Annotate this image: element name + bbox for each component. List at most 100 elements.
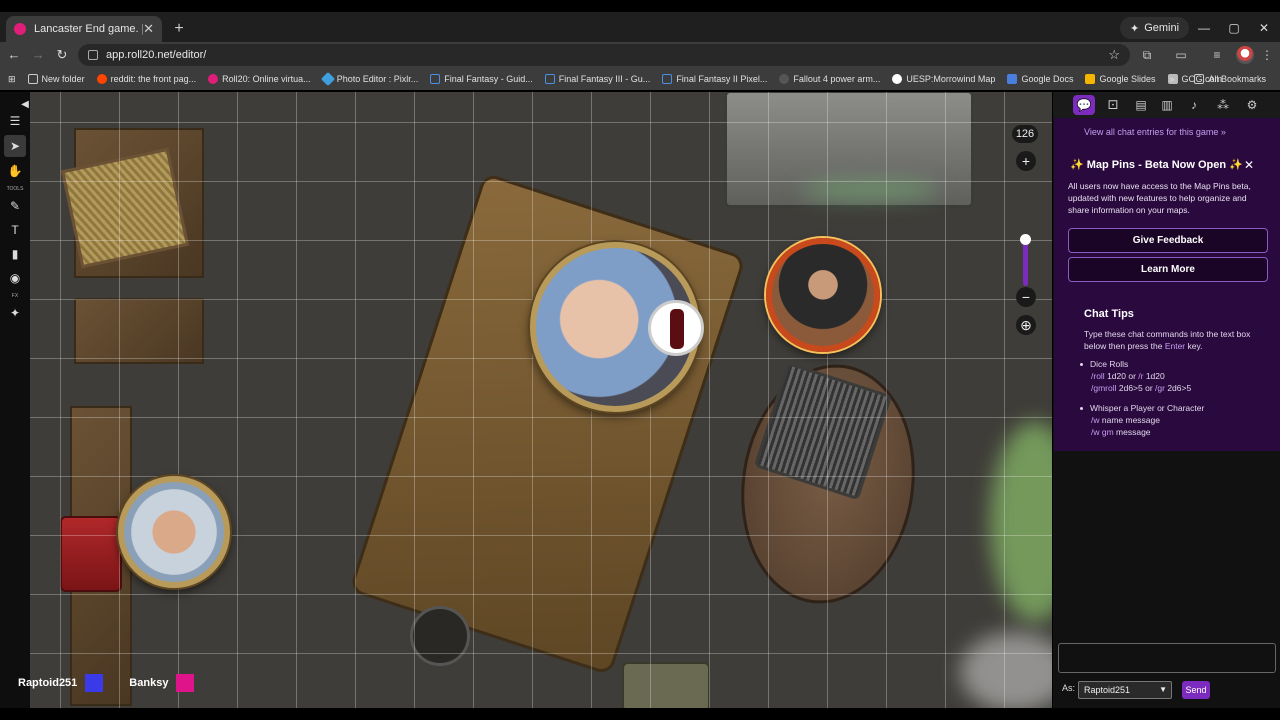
tip-wgm-command: /w gm message — [1091, 426, 1151, 438]
tip-text: message — [1113, 427, 1151, 437]
bookmark-google-slides[interactable]: Google Slides — [1079, 69, 1161, 89]
close-icon[interactable]: ✕ — [1244, 158, 1254, 172]
speaking-as-select[interactable]: Raptoid251 ▼ — [1078, 681, 1172, 699]
bookmark-label: Final Fantasy - Guid... — [444, 74, 533, 84]
bookmark-reddit[interactable]: reddit: the front pag... — [91, 69, 203, 89]
bookmark-uesp[interactable]: UESP:Morrowind Map — [886, 69, 1001, 89]
tip-gmroll-command: /gmroll 2d6>5 or /gr 2d6>5 — [1091, 382, 1191, 394]
bookmark-ff-guide[interactable]: Final Fantasy - Guid... — [424, 69, 539, 89]
chat-tips-description: Type these chat commands into the text b… — [1084, 328, 1270, 352]
roll20-icon — [208, 74, 219, 84]
minimize-button[interactable]: — — [1190, 18, 1218, 38]
journal-icon[interactable]: ▤ — [1130, 95, 1152, 115]
gamefaqs-icon — [544, 74, 555, 84]
bookmark-label: Final Fantasy III - Gu... — [558, 74, 651, 84]
zoom-slider-handle[interactable] — [1020, 234, 1031, 245]
bookmark-roll20[interactable]: Roll20: Online virtua... — [202, 69, 317, 89]
tip-text: 1d20 — [1143, 371, 1165, 381]
chat-textbox[interactable] — [1058, 643, 1276, 673]
tab-search-icon[interactable]: ≡ — [1208, 46, 1226, 64]
view-all-chat-link[interactable]: View all chat entries for this game » — [1084, 127, 1226, 137]
browser-tab[interactable]: Lancaster End game. | Roll20 ✕ — [6, 16, 162, 42]
right-sidebar: 💬 ⚀ ▤ ▥ ♪ ⁂ ⚙ View all chat entries for … — [1053, 92, 1280, 708]
bookmark-google-docs[interactable]: Google Docs — [1001, 69, 1079, 89]
maximize-button[interactable]: ▢ — [1220, 18, 1248, 38]
gamefaqs-icon — [430, 74, 441, 84]
back-arrow-icon[interactable]: ← — [4, 45, 24, 65]
text-tool-icon[interactable]: T — [4, 219, 26, 241]
close-window-button[interactable]: ✕ — [1250, 18, 1278, 38]
extensions-icon[interactable]: ⧉ — [1138, 46, 1156, 64]
map-grid — [30, 92, 1052, 708]
bookmark-pixlr[interactable]: Photo Editor : Pixlr... — [317, 69, 425, 89]
bookmark-new-folder[interactable]: New folder — [22, 69, 91, 89]
bullet-icon — [1080, 363, 1083, 367]
ruler-icon[interactable]: ▮ — [4, 243, 26, 265]
recenter-icon[interactable]: ⊕ — [1016, 315, 1036, 335]
gemini-button[interactable]: ✦ Gemini — [1120, 17, 1190, 39]
chat-icon[interactable]: 💬 — [1073, 95, 1095, 115]
bookmark-label: reddit: the front pag... — [110, 74, 197, 84]
learn-more-button[interactable]: Learn More — [1068, 257, 1268, 282]
bookmark-star-icon[interactable]: ☆ — [1108, 47, 1120, 63]
apps-grid-icon[interactable]: ⊞ — [0, 69, 22, 89]
compendium-icon[interactable]: ▥ — [1156, 95, 1178, 115]
chevron-down-icon: ▼ — [1159, 685, 1167, 694]
forward-arrow-icon[interactable]: → — [28, 45, 48, 65]
bookmark-fallout4[interactable]: Fallout 4 power arm... — [773, 69, 886, 89]
zoom-in-button[interactable]: + — [1016, 151, 1036, 171]
send-button[interactable]: Send — [1182, 681, 1210, 699]
token-man-with-hat[interactable] — [766, 238, 880, 352]
address-bar[interactable]: app.roll20.net/editor/ ☆ — [78, 44, 1130, 66]
pan-hand-icon[interactable]: ✋ — [4, 160, 26, 182]
dice-icon[interactable]: ⚀ — [1102, 95, 1124, 115]
select-pointer-icon[interactable]: ➤ — [4, 135, 26, 157]
cast-icon[interactable]: ▭ — [1172, 46, 1190, 64]
command-text: /w — [1091, 415, 1100, 425]
sidebar-tabs: 💬 ⚀ ▤ ▥ ♪ ⁂ ⚙ — [1053, 92, 1280, 118]
token-man-in-hoodie[interactable] — [118, 476, 230, 588]
all-bookmarks-label: All Bookmarks — [1208, 74, 1266, 84]
tip-text: 1d20 or — [1104, 371, 1139, 381]
player-banksy[interactable]: Banksy — [103, 673, 195, 693]
tip-heading: Whisper a Player or Character — [1090, 403, 1205, 413]
hamburger-menu-icon[interactable]: ☰ — [4, 110, 26, 132]
bookmarks-overflow-icon[interactable]: » — [1169, 74, 1174, 84]
tabletop-map[interactable] — [30, 92, 1052, 708]
draw-brush-icon[interactable]: ✎ — [4, 195, 26, 217]
bookmark-label: New folder — [41, 74, 85, 84]
zoom-out-button[interactable]: − — [1016, 287, 1036, 307]
map-pins-description: All users now have access to the Map Pin… — [1068, 181, 1251, 215]
bookmark-label: Google Docs — [1021, 74, 1074, 84]
fx-label: FX — [11, 293, 19, 299]
tab-title: Lancaster End game. | Roll20 — [34, 23, 144, 35]
bookmark-ff2[interactable]: Final Fantasy II Pixel... — [656, 69, 773, 89]
bookmarks-bar: ⊞ New folder reddit: the front pag... Ro… — [0, 68, 1280, 90]
reddit-icon — [96, 74, 107, 84]
tip-text: 2d6>5 — [1164, 383, 1192, 393]
soda-bottle-token[interactable] — [648, 300, 704, 356]
roll20-toolbar: ◀ ☰ ➤ ✋ TOOLS ✎ T ▮ ◉ FX ✦ — [0, 92, 30, 708]
browser-toolbar: ← → ↻ app.roll20.net/editor/ ☆ ⧉ ▭ ≡ ⋮ — [0, 42, 1280, 68]
bookmark-label: Photo Editor : Pixlr... — [336, 74, 419, 84]
fog-globe-icon[interactable]: ◉ — [4, 267, 26, 289]
collection-icon[interactable]: ⁂ — [1212, 95, 1234, 115]
give-feedback-button[interactable]: Give Feedback — [1068, 228, 1268, 253]
chat-tips-title: Chat Tips — [1084, 308, 1134, 320]
reload-icon[interactable]: ↻ — [52, 45, 72, 65]
tip-dice-rolls: Dice Rolls — [1080, 358, 1128, 370]
folder-icon — [1194, 74, 1205, 84]
magic-wand-icon[interactable]: ✦ — [4, 302, 26, 324]
jukebox-icon[interactable]: ♪ — [1183, 95, 1205, 115]
new-tab-button[interactable]: + — [168, 18, 190, 40]
player-raptoid[interactable]: Raptoid251 — [0, 673, 104, 693]
all-bookmarks[interactable]: All Bookmarks — [1188, 69, 1272, 89]
profile-avatar[interactable] — [1236, 46, 1254, 64]
tab-close-icon[interactable]: ✕ — [143, 21, 154, 37]
roll20-favicon-icon — [14, 23, 26, 35]
menu-kebab-icon[interactable]: ⋮ — [1258, 46, 1276, 64]
uesp-icon — [892, 74, 903, 84]
settings-icon[interactable]: ⚙ — [1241, 95, 1263, 115]
site-info-icon[interactable] — [88, 50, 98, 60]
bookmark-ff3[interactable]: Final Fantasy III - Gu... — [539, 69, 657, 89]
